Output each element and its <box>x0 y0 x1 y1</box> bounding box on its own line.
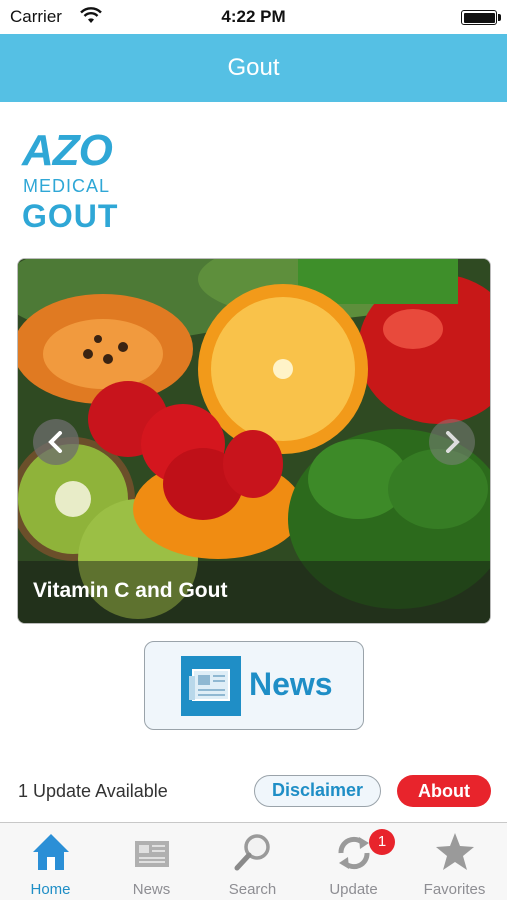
newspaper-icon <box>135 841 169 867</box>
carousel-caption-band: Vitamin C and Gout <box>18 561 490 623</box>
update-status-text: 1 Update Available <box>18 781 168 801</box>
news-button-label: News <box>249 666 333 702</box>
tab-search-label: Search <box>228 881 277 898</box>
carousel-next-button[interactable] <box>429 419 475 465</box>
carousel-caption: Vitamin C and Gout <box>33 579 228 602</box>
featured-carousel[interactable]: Vitamin C and Gout <box>17 258 491 624</box>
home-icon <box>33 834 69 870</box>
status-bar: Carrier 4:22 PM <box>0 0 507 34</box>
status-time: 4:22 PM <box>221 7 286 26</box>
azo-medical-gout-logo: AZO MEDICAL GOUT <box>22 128 142 238</box>
tab-favorites-label: Favorites <box>423 881 486 898</box>
page-title: Gout <box>227 54 280 81</box>
chevron-left-icon <box>48 431 62 453</box>
newspaper-icon <box>181 656 241 716</box>
tab-news-label: News <box>132 881 171 898</box>
tab-home-label: Home <box>30 881 71 898</box>
logo-medical-text: MEDICAL <box>23 176 111 196</box>
star-icon <box>436 833 474 870</box>
search-icon <box>234 834 270 871</box>
tab-home[interactable]: Home <box>0 823 101 900</box>
logo-azo-text: AZO <box>22 126 113 175</box>
about-button[interactable]: About <box>397 775 491 807</box>
tab-favorites[interactable]: Favorites <box>404 823 505 900</box>
disclaimer-button[interactable]: Disclaimer <box>254 775 381 807</box>
logo-gout-text: GOUT <box>22 198 119 234</box>
tab-news[interactable]: News <box>101 823 202 900</box>
nav-bar: Gout <box>0 34 507 102</box>
tab-search[interactable]: Search <box>202 823 303 900</box>
carousel-previous-button[interactable] <box>33 419 79 465</box>
battery-fill <box>463 12 495 23</box>
update-badge: 1 <box>369 829 395 855</box>
battery-icon <box>461 10 501 25</box>
battery-nub <box>498 14 501 21</box>
tab-update[interactable]: 1 Update <box>303 823 404 900</box>
chevron-right-icon <box>446 431 460 453</box>
news-button[interactable]: News <box>144 641 364 730</box>
tab-update-label: Update <box>329 881 378 898</box>
tab-bar: Home News Search 1 Update Favorites <box>0 822 507 900</box>
